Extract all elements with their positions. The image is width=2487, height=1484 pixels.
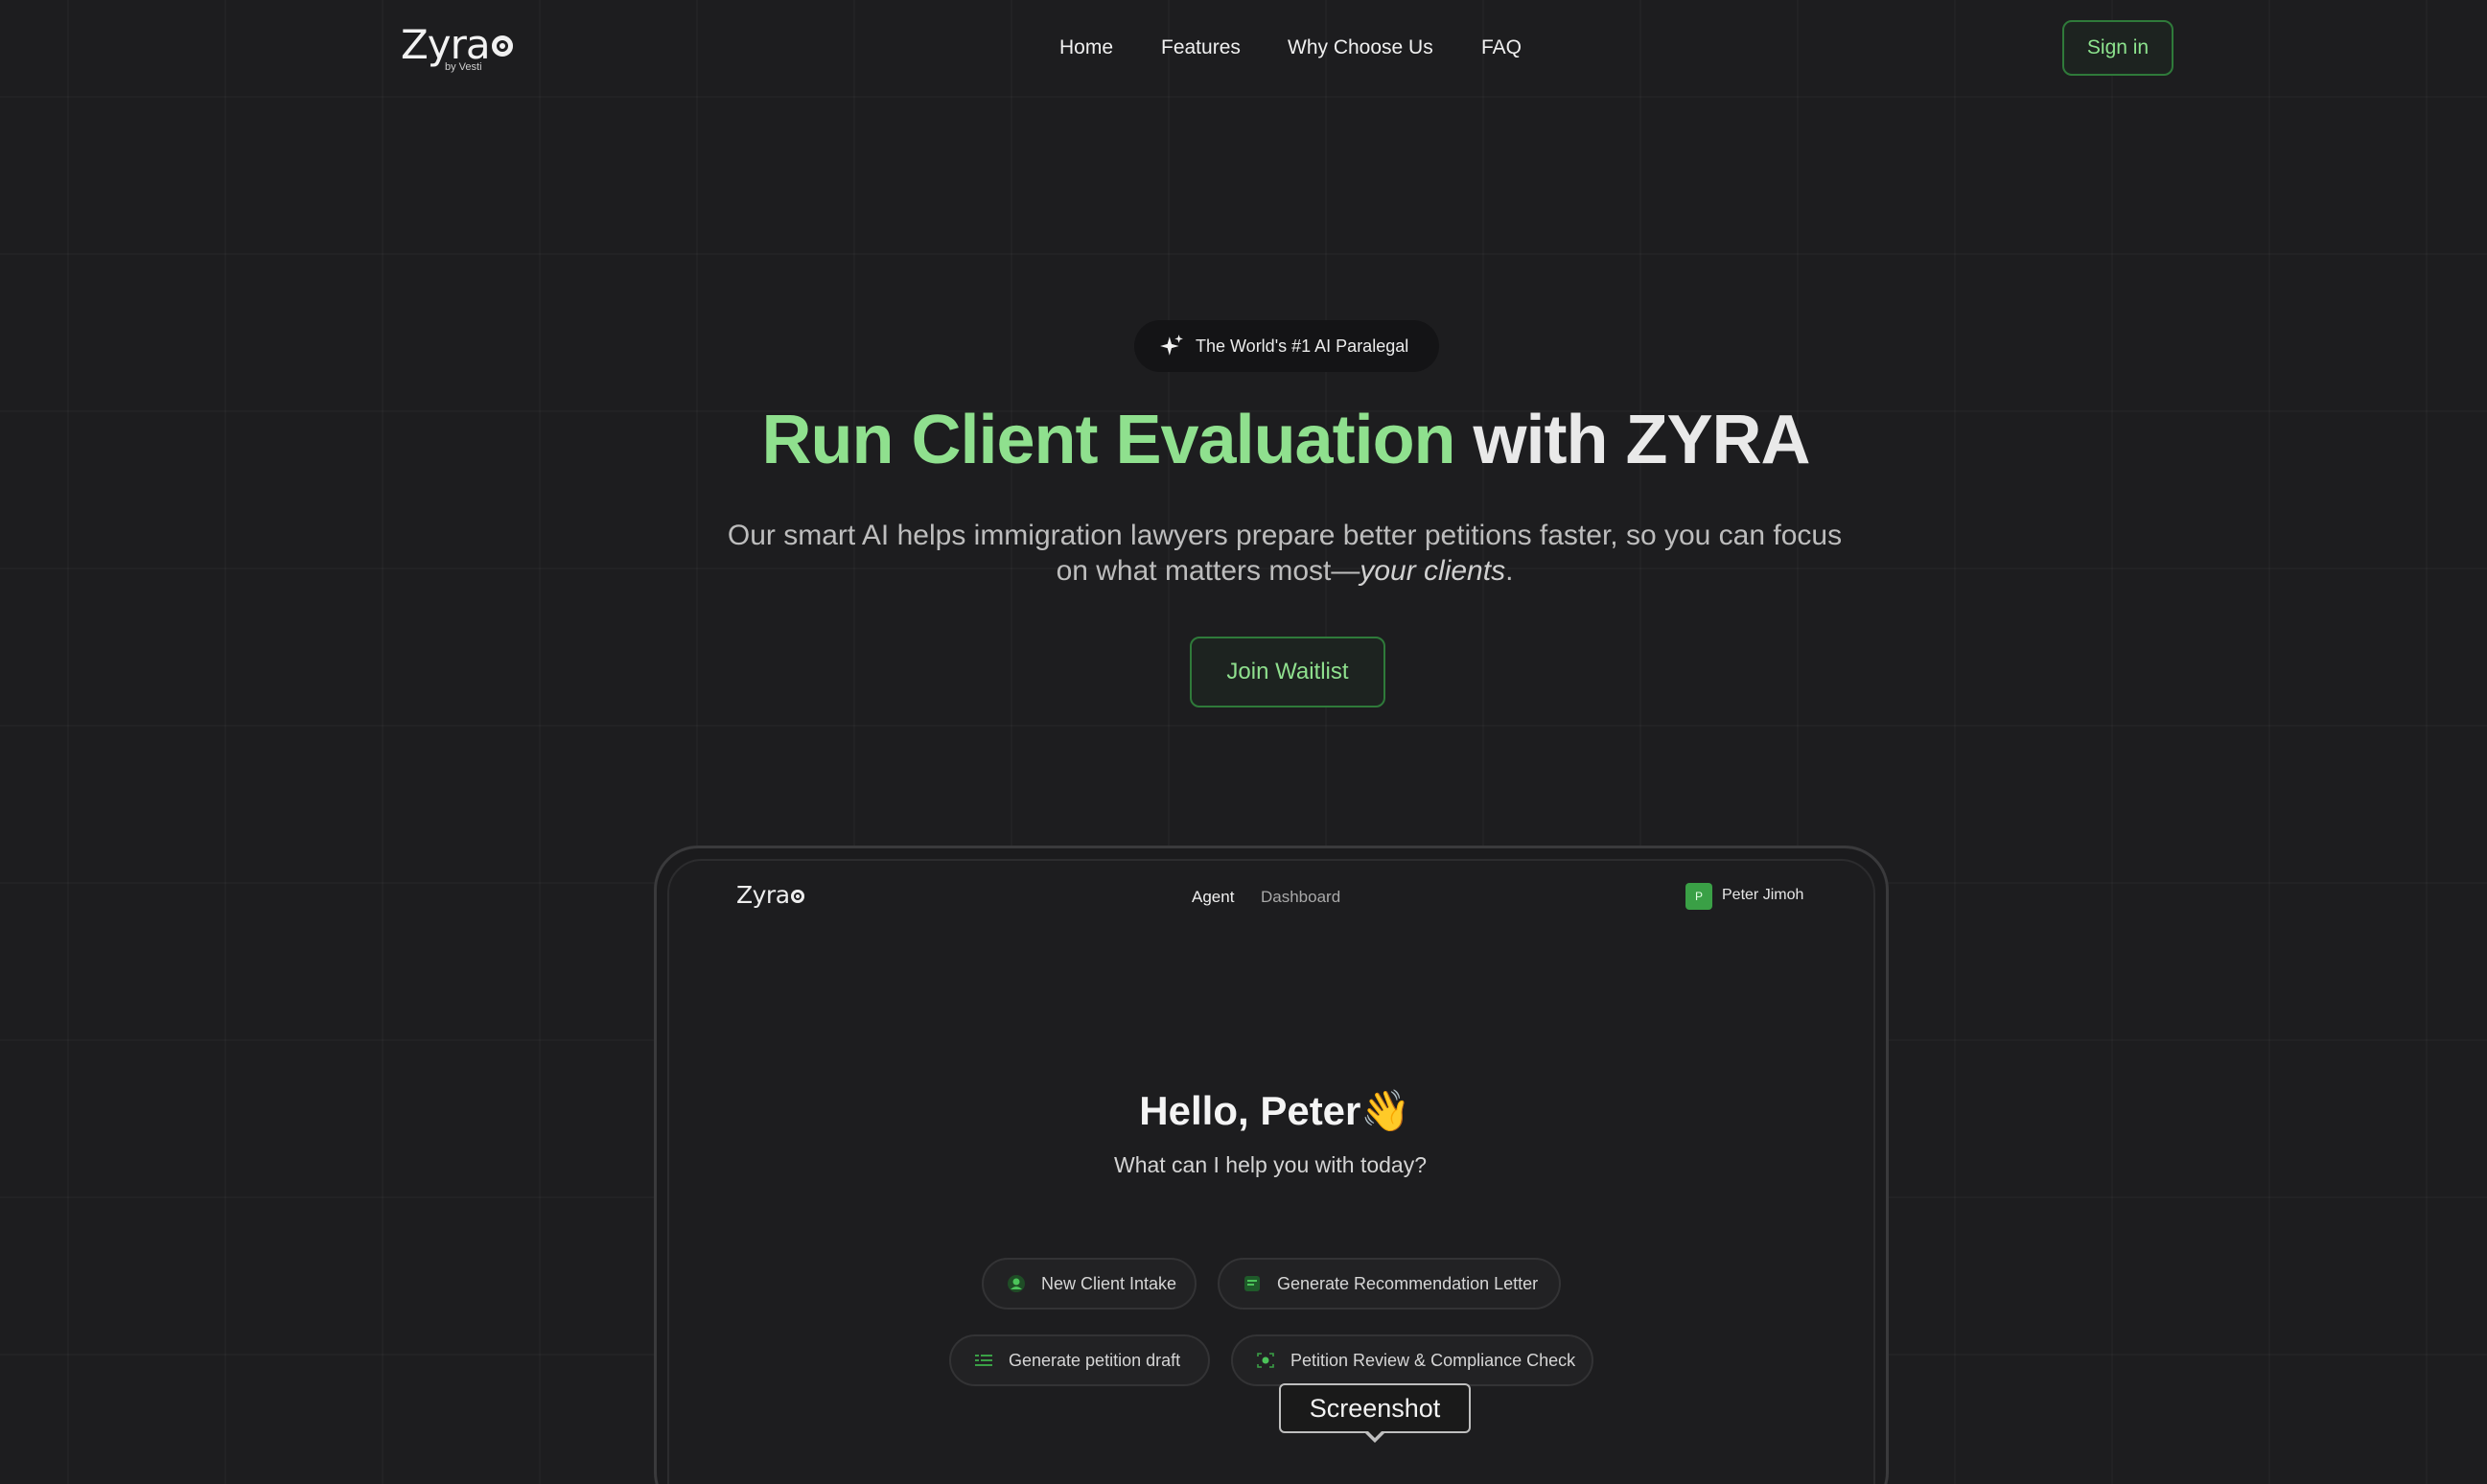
chip-label: Generate Recommendation Letter — [1277, 1273, 1539, 1293]
hero-subtitle-emphasis: your clients — [1360, 555, 1506, 587]
greeting-heading: Hello, Peter👋 — [1139, 1088, 1411, 1133]
chip-label: Petition Review & Compliance Check — [1290, 1350, 1576, 1370]
logo-tagline: by Vesti — [445, 61, 482, 73]
site-logo[interactable]: Zyra by Vesti — [401, 25, 513, 73]
document-icon — [1244, 1276, 1260, 1291]
hero-badge: The World's #1 AI Paralegal — [1134, 320, 1439, 372]
hero-subtitle: Our smart AI helps immigration lawyers p… — [709, 518, 1860, 589]
hero-badge-text: The World's #1 AI Paralegal — [1196, 336, 1409, 356]
petition-review-compliance-chip[interactable]: Petition Review & Compliance Check — [1231, 1334, 1593, 1386]
nav-why-choose-us-link[interactable]: Why Choose Us — [1288, 36, 1433, 59]
hero-subtitle-period: . — [1505, 555, 1514, 587]
join-waitlist-button[interactable]: Join Waitlist — [1190, 637, 1385, 707]
app-preview-logo-mark-icon — [790, 890, 804, 903]
chip-label: New Client Intake — [1041, 1273, 1177, 1293]
app-preview-logo-wordmark: Zyra — [736, 881, 790, 909]
review-icon — [1257, 1353, 1274, 1368]
sparkle-icon — [1160, 335, 1183, 356]
app-preview-logo: Zyra — [736, 881, 804, 909]
user-icon — [1008, 1275, 1025, 1292]
list-icon — [975, 1355, 992, 1366]
hero-subtitle-line-2: on what matters most—your clients. — [709, 553, 1860, 589]
hero-title-rest: with ZYRA — [1454, 402, 1811, 478]
app-preview-tab-dashboard[interactable]: Dashboard — [1261, 888, 1340, 907]
user-avatar[interactable]: P — [1685, 883, 1712, 910]
new-client-intake-chip[interactable]: New Client Intake — [982, 1258, 1197, 1310]
sign-in-button[interactable]: Sign in — [2062, 20, 2173, 76]
tooltip-arrow-fill — [1366, 1429, 1383, 1438]
nav-faq-link[interactable]: FAQ — [1481, 36, 1522, 59]
greeting-prompt: What can I help you with today? — [1113, 1152, 1428, 1177]
generate-recommendation-letter-chip[interactable]: Generate Recommendation Letter — [1218, 1258, 1561, 1310]
hero-subtitle-line-1: Our smart AI helps immigration lawyers p… — [727, 520, 1843, 551]
hero-title: Run Client Evaluation with ZYRA — [0, 401, 2487, 479]
logo-mark-icon — [491, 35, 513, 57]
generate-petition-draft-chip[interactable]: Generate petition draft — [949, 1334, 1210, 1386]
user-name[interactable]: Peter Jimoh — [1722, 887, 1803, 904]
screenshot-tooltip: Screenshot — [1279, 1383, 1471, 1433]
app-preview-tab-agent[interactable]: Agent — [1192, 888, 1234, 907]
nav-features-link[interactable]: Features — [1161, 36, 1241, 59]
hero-subtitle-line-2-text: on what matters most— — [1056, 555, 1360, 587]
chip-label: Generate petition draft — [1009, 1350, 1181, 1370]
nav-home-link[interactable]: Home — [1059, 36, 1113, 59]
hero-title-accent: Run Client Evaluation — [761, 402, 1455, 478]
